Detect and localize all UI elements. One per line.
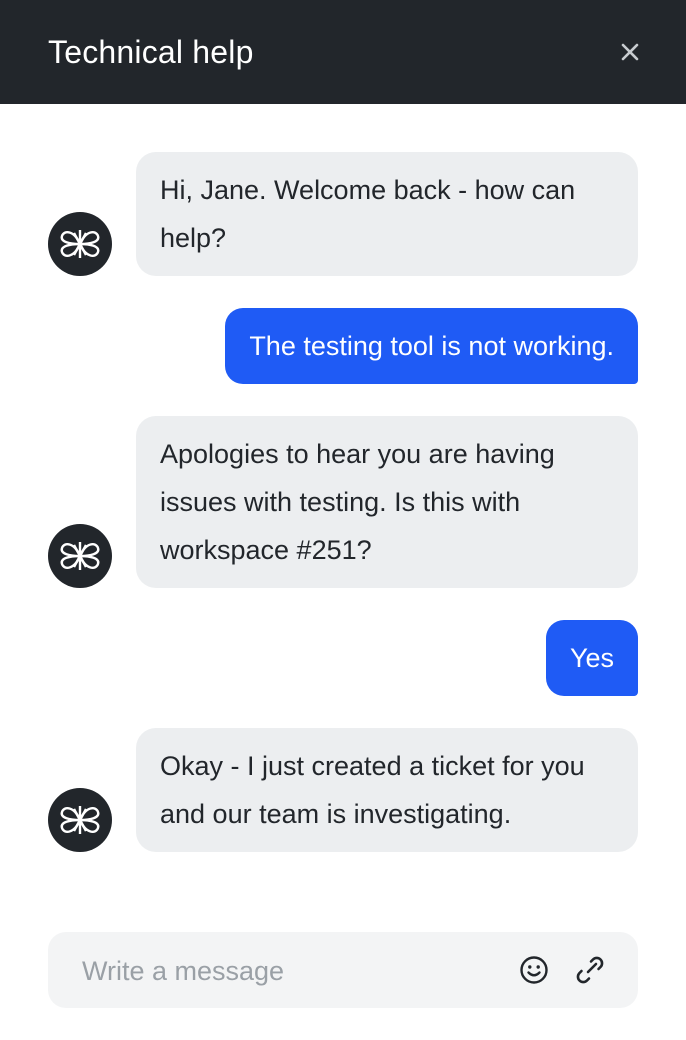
attach-icon xyxy=(576,956,604,984)
bot-message: Hi, Jane. Welcome back - how can help? xyxy=(136,152,638,276)
message-input[interactable] xyxy=(80,932,504,1010)
chat-title: Technical help xyxy=(48,34,254,70)
user-message: The testing tool is not working. xyxy=(225,308,638,384)
close-icon xyxy=(621,43,639,61)
bot-logo-icon xyxy=(60,806,100,834)
bot-avatar xyxy=(48,524,112,588)
bot-message: Okay - I just created a ticket for you a… xyxy=(136,728,638,852)
chat-header: Technical help xyxy=(0,0,686,104)
bot-message: Apologies to hear you are having issues … xyxy=(136,416,638,588)
bot-logo-icon xyxy=(60,542,100,570)
emoji-button[interactable] xyxy=(518,954,550,986)
bot-avatar xyxy=(48,788,112,852)
attach-button[interactable] xyxy=(574,954,606,986)
bot-avatar xyxy=(48,212,112,276)
bot-logo-icon xyxy=(60,230,100,258)
close-button[interactable] xyxy=(614,36,646,68)
user-message: Yes xyxy=(545,620,638,696)
message-composer xyxy=(48,932,638,1010)
emoji-icon xyxy=(520,956,548,984)
